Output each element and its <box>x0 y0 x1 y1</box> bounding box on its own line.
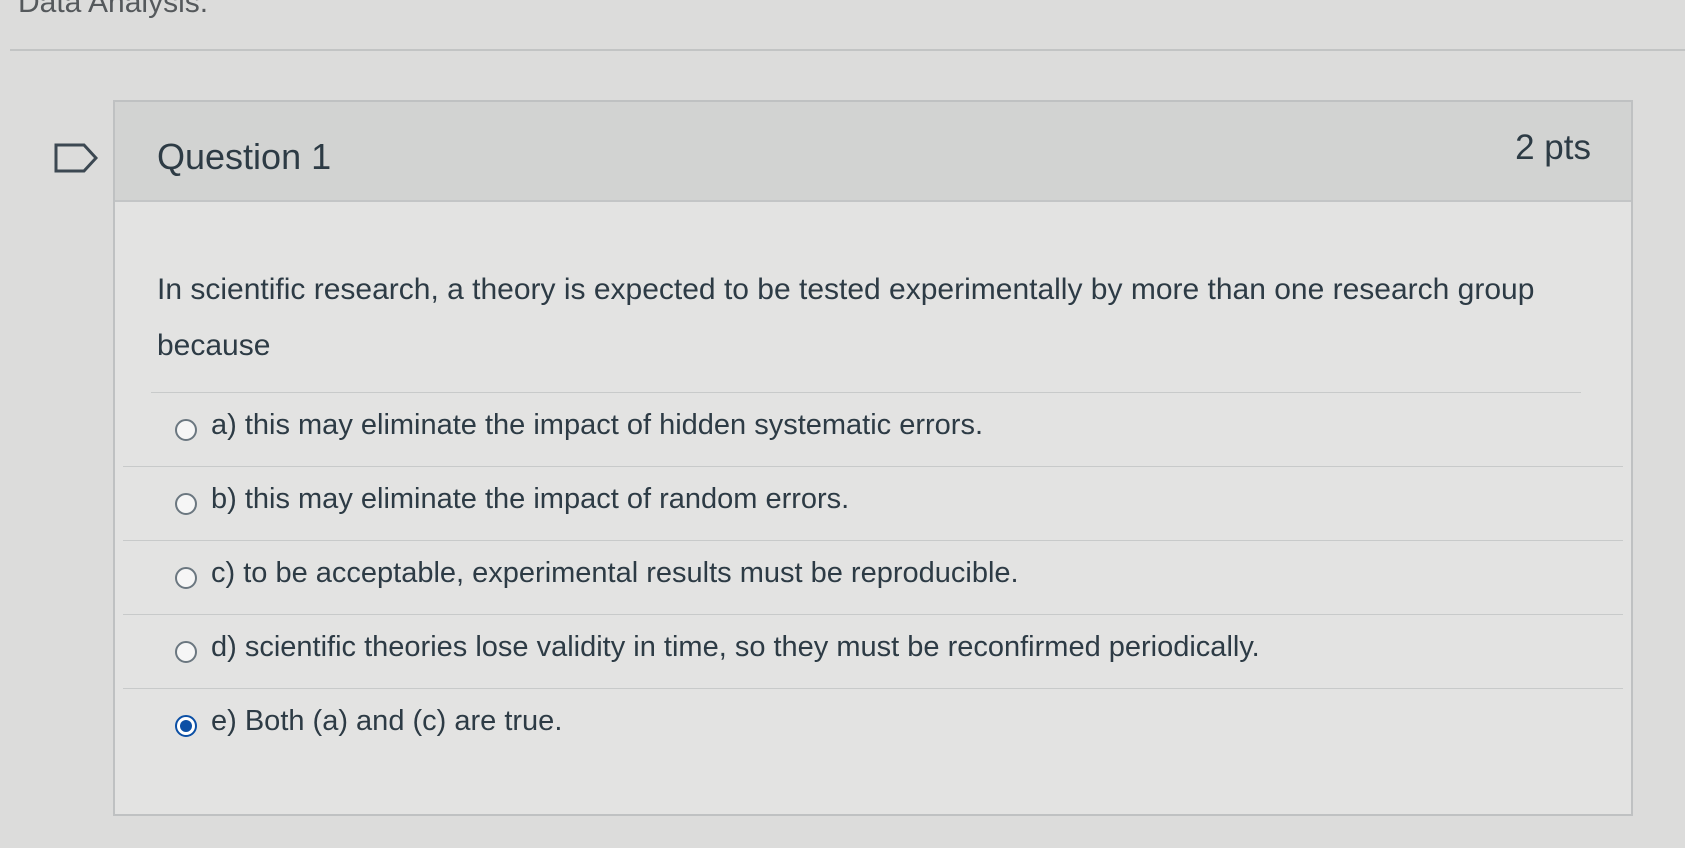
question-title: Question 1 <box>157 136 332 177</box>
answer-option-d[interactable]: d) scientific theories lose validity in … <box>123 614 1623 688</box>
answer-option-a[interactable]: a) this may eliminate the impact of hidd… <box>151 392 1581 466</box>
radio-button[interactable] <box>175 419 197 441</box>
radio-button[interactable] <box>175 567 197 589</box>
question-header: Question 1 2 pts <box>115 102 1631 202</box>
answer-label[interactable]: a) this may eliminate the impact of hidd… <box>211 409 983 442</box>
answer-option-b[interactable]: b) this may eliminate the impact of rand… <box>123 466 1623 540</box>
answer-list: a) this may eliminate the impact of hidd… <box>123 392 1623 762</box>
radio-button-selected[interactable] <box>175 715 197 737</box>
question-points: 2 pts <box>1515 128 1591 167</box>
radio-button[interactable] <box>175 641 197 663</box>
bookmark-flag-icon[interactable] <box>54 143 98 173</box>
answer-label[interactable]: c) to be acceptable, experimental result… <box>211 557 1019 590</box>
page-heading: Data Analysis. <box>18 0 209 19</box>
answer-label[interactable]: d) scientific theories lose validity in … <box>211 631 1260 664</box>
answer-option-e[interactable]: e) Both (a) and (c) are true. <box>123 688 1623 762</box>
radio-button[interactable] <box>175 493 197 515</box>
question-card: Question 1 2 pts In scientific research,… <box>113 100 1633 816</box>
answer-label[interactable]: b) this may eliminate the impact of rand… <box>211 483 849 516</box>
answer-label[interactable]: e) Both (a) and (c) are true. <box>211 705 562 738</box>
answer-option-c[interactable]: c) to be acceptable, experimental result… <box>123 540 1623 614</box>
heading-divider <box>10 49 1685 51</box>
question-text: In scientific research, a theory is expe… <box>157 273 1535 362</box>
